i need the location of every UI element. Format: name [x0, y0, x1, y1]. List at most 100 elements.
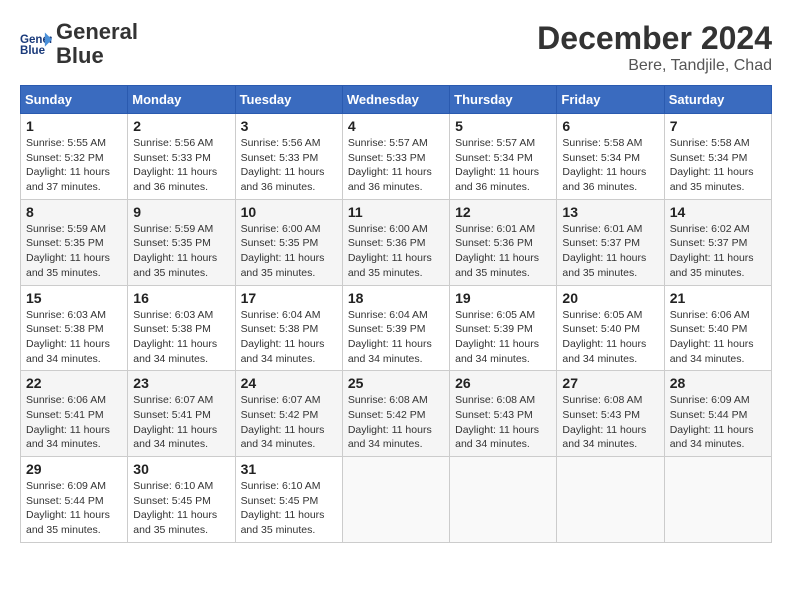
calendar-cell: 25 Sunrise: 6:08 AMSunset: 5:42 PMDayligh… [342, 371, 449, 457]
day-number: 6 [562, 118, 658, 134]
day-info: Sunrise: 6:07 AMSunset: 5:42 PMDaylight:… [241, 393, 337, 452]
calendar-cell: 11Sunrise: 6:00 AMSunset: 5:36 PMDayligh… [342, 199, 449, 285]
day-number: 3 [241, 118, 337, 134]
weekday-header-tuesday: Tuesday [235, 86, 342, 114]
day-info: Sunrise: 6:04 AMSunset: 5:38 PMDaylight:… [241, 308, 337, 367]
day-number: 15 [26, 290, 122, 306]
day-number: 28 [670, 375, 766, 391]
day-number: 16 [133, 290, 229, 306]
calendar-cell [664, 457, 771, 543]
day-number: 7 [670, 118, 766, 134]
weekday-header-wednesday: Wednesday [342, 86, 449, 114]
month-title: December 2024 [537, 20, 772, 57]
calendar-cell: 28 Sunrise: 6:09 AMSunset: 5:44 PMDayligh… [664, 371, 771, 457]
day-number: 8 [26, 204, 122, 220]
calendar-week-4: 22Sunrise: 6:06 AMSunset: 5:41 PMDayligh… [21, 371, 772, 457]
calendar-cell: 4 Sunrise: 5:57 AMSunset: 5:33 PMDaylight… [342, 114, 449, 200]
calendar-cell: 24 Sunrise: 6:07 AMSunset: 5:42 PMDayligh… [235, 371, 342, 457]
day-info: Sunrise: 6:00 AMSunset: 5:35 PMDaylight:… [241, 222, 337, 281]
logo: General Blue General Blue [20, 20, 138, 68]
day-number: 10 [241, 204, 337, 220]
calendar-cell: 19 Sunrise: 6:05 AMSunset: 5:39 PMDayligh… [450, 285, 557, 371]
calendar-cell: 12Sunrise: 6:01 AMSunset: 5:36 PMDayligh… [450, 199, 557, 285]
day-info: Sunrise: 6:09 AMSunset: 5:44 PMDaylight:… [26, 479, 122, 538]
calendar-cell: 10 Sunrise: 6:00 AMSunset: 5:35 PMDayligh… [235, 199, 342, 285]
calendar-cell: 2 Sunrise: 5:56 AMSunset: 5:33 PMDaylight… [128, 114, 235, 200]
location: Bere, Tandjile, Chad [537, 57, 772, 75]
day-info: Sunrise: 6:05 AMSunset: 5:40 PMDaylight:… [562, 308, 658, 367]
logo-text: General Blue [56, 20, 138, 68]
day-info: Sunrise: 6:07 AMSunset: 5:41 PMDaylight:… [133, 393, 229, 452]
calendar-cell: 20 Sunrise: 6:05 AMSunset: 5:40 PMDayligh… [557, 285, 664, 371]
day-info: Sunrise: 6:09 AMSunset: 5:44 PMDaylight:… [670, 393, 766, 452]
day-number: 31 [241, 461, 337, 477]
calendar-cell: 30 Sunrise: 6:10 AMSunset: 5:45 PMDayligh… [128, 457, 235, 543]
day-number: 23 [133, 375, 229, 391]
calendar-cell: 17 Sunrise: 6:04 AMSunset: 5:38 PMDayligh… [235, 285, 342, 371]
day-info: Sunrise: 6:08 AMSunset: 5:43 PMDaylight:… [455, 393, 551, 452]
day-info: Sunrise: 5:59 AMSunset: 5:35 PMDaylight:… [133, 222, 229, 281]
day-number: 20 [562, 290, 658, 306]
title-block: December 2024 Bere, Tandjile, Chad [537, 20, 772, 75]
day-info: Sunrise: 6:02 AMSunset: 5:37 PMDaylight:… [670, 222, 766, 281]
day-info: Sunrise: 6:03 AMSunset: 5:38 PMDaylight:… [26, 308, 122, 367]
weekday-header-sunday: Sunday [21, 86, 128, 114]
day-info: Sunrise: 5:59 AMSunset: 5:35 PMDaylight:… [26, 222, 122, 281]
day-number: 18 [348, 290, 444, 306]
day-number: 11 [348, 204, 444, 220]
weekday-header-thursday: Thursday [450, 86, 557, 114]
day-number: 4 [348, 118, 444, 134]
day-number: 30 [133, 461, 229, 477]
day-info: Sunrise: 6:05 AMSunset: 5:39 PMDaylight:… [455, 308, 551, 367]
day-number: 17 [241, 290, 337, 306]
day-info: Sunrise: 6:01 AMSunset: 5:37 PMDaylight:… [562, 222, 658, 281]
calendar-header-row: SundayMondayTuesdayWednesdayThursdayFrid… [21, 86, 772, 114]
weekday-header-friday: Friday [557, 86, 664, 114]
day-number: 2 [133, 118, 229, 134]
calendar-cell: 5 Sunrise: 5:57 AMSunset: 5:34 PMDaylight… [450, 114, 557, 200]
calendar-table: SundayMondayTuesdayWednesdayThursdayFrid… [20, 85, 772, 543]
calendar-cell: 31 Sunrise: 6:10 AMSunset: 5:45 PMDayligh… [235, 457, 342, 543]
day-info: Sunrise: 6:01 AMSunset: 5:36 PMDaylight:… [455, 222, 551, 281]
calendar-cell: 15 Sunrise: 6:03 AMSunset: 5:38 PMDayligh… [21, 285, 128, 371]
day-number: 13 [562, 204, 658, 220]
day-number: 1 [26, 118, 122, 134]
svg-text:Blue: Blue [20, 45, 46, 57]
day-info: Sunrise: 5:56 AMSunset: 5:33 PMDaylight:… [133, 136, 229, 195]
calendar-cell: 8 Sunrise: 5:59 AMSunset: 5:35 PMDaylight… [21, 199, 128, 285]
calendar-cell [557, 457, 664, 543]
weekday-header-monday: Monday [128, 86, 235, 114]
day-info: Sunrise: 6:10 AMSunset: 5:45 PMDaylight:… [133, 479, 229, 538]
calendar-cell: 26 Sunrise: 6:08 AMSunset: 5:43 PMDayligh… [450, 371, 557, 457]
day-number: 26 [455, 375, 551, 391]
calendar-cell: 14Sunrise: 6:02 AMSunset: 5:37 PMDayligh… [664, 199, 771, 285]
day-info: Sunrise: 6:08 AMSunset: 5:43 PMDaylight:… [562, 393, 658, 452]
day-number: 19 [455, 290, 551, 306]
day-info: Sunrise: 5:57 AMSunset: 5:34 PMDaylight:… [455, 136, 551, 195]
calendar-week-3: 15 Sunrise: 6:03 AMSunset: 5:38 PMDayligh… [21, 285, 772, 371]
day-info: Sunrise: 6:04 AMSunset: 5:39 PMDaylight:… [348, 308, 444, 367]
day-info: Sunrise: 5:55 AMSunset: 5:32 PMDaylight:… [26, 136, 122, 195]
day-info: Sunrise: 6:08 AMSunset: 5:42 PMDaylight:… [348, 393, 444, 452]
calendar-cell: 18 Sunrise: 6:04 AMSunset: 5:39 PMDayligh… [342, 285, 449, 371]
calendar-cell [450, 457, 557, 543]
calendar-cell: 22Sunrise: 6:06 AMSunset: 5:41 PMDayligh… [21, 371, 128, 457]
calendar-week-2: 8 Sunrise: 5:59 AMSunset: 5:35 PMDaylight… [21, 199, 772, 285]
day-info: Sunrise: 6:10 AMSunset: 5:45 PMDaylight:… [241, 479, 337, 538]
day-number: 22 [26, 375, 122, 391]
calendar-cell [342, 457, 449, 543]
day-number: 24 [241, 375, 337, 391]
calendar-cell: 29 Sunrise: 6:09 AMSunset: 5:44 PMDayligh… [21, 457, 128, 543]
day-info: Sunrise: 6:03 AMSunset: 5:38 PMDaylight:… [133, 308, 229, 367]
day-info: Sunrise: 5:57 AMSunset: 5:33 PMDaylight:… [348, 136, 444, 195]
day-number: 25 [348, 375, 444, 391]
calendar-week-5: 29 Sunrise: 6:09 AMSunset: 5:44 PMDayligh… [21, 457, 772, 543]
page-header: General Blue General Blue December 2024 … [20, 20, 772, 75]
calendar-cell: 16 Sunrise: 6:03 AMSunset: 5:38 PMDayligh… [128, 285, 235, 371]
logo-icon: General Blue [20, 30, 52, 58]
day-info: Sunrise: 6:06 AMSunset: 5:40 PMDaylight:… [670, 308, 766, 367]
calendar-cell: 23 Sunrise: 6:07 AMSunset: 5:41 PMDayligh… [128, 371, 235, 457]
day-number: 5 [455, 118, 551, 134]
calendar-cell: 13 Sunrise: 6:01 AMSunset: 5:37 PMDayligh… [557, 199, 664, 285]
day-number: 29 [26, 461, 122, 477]
